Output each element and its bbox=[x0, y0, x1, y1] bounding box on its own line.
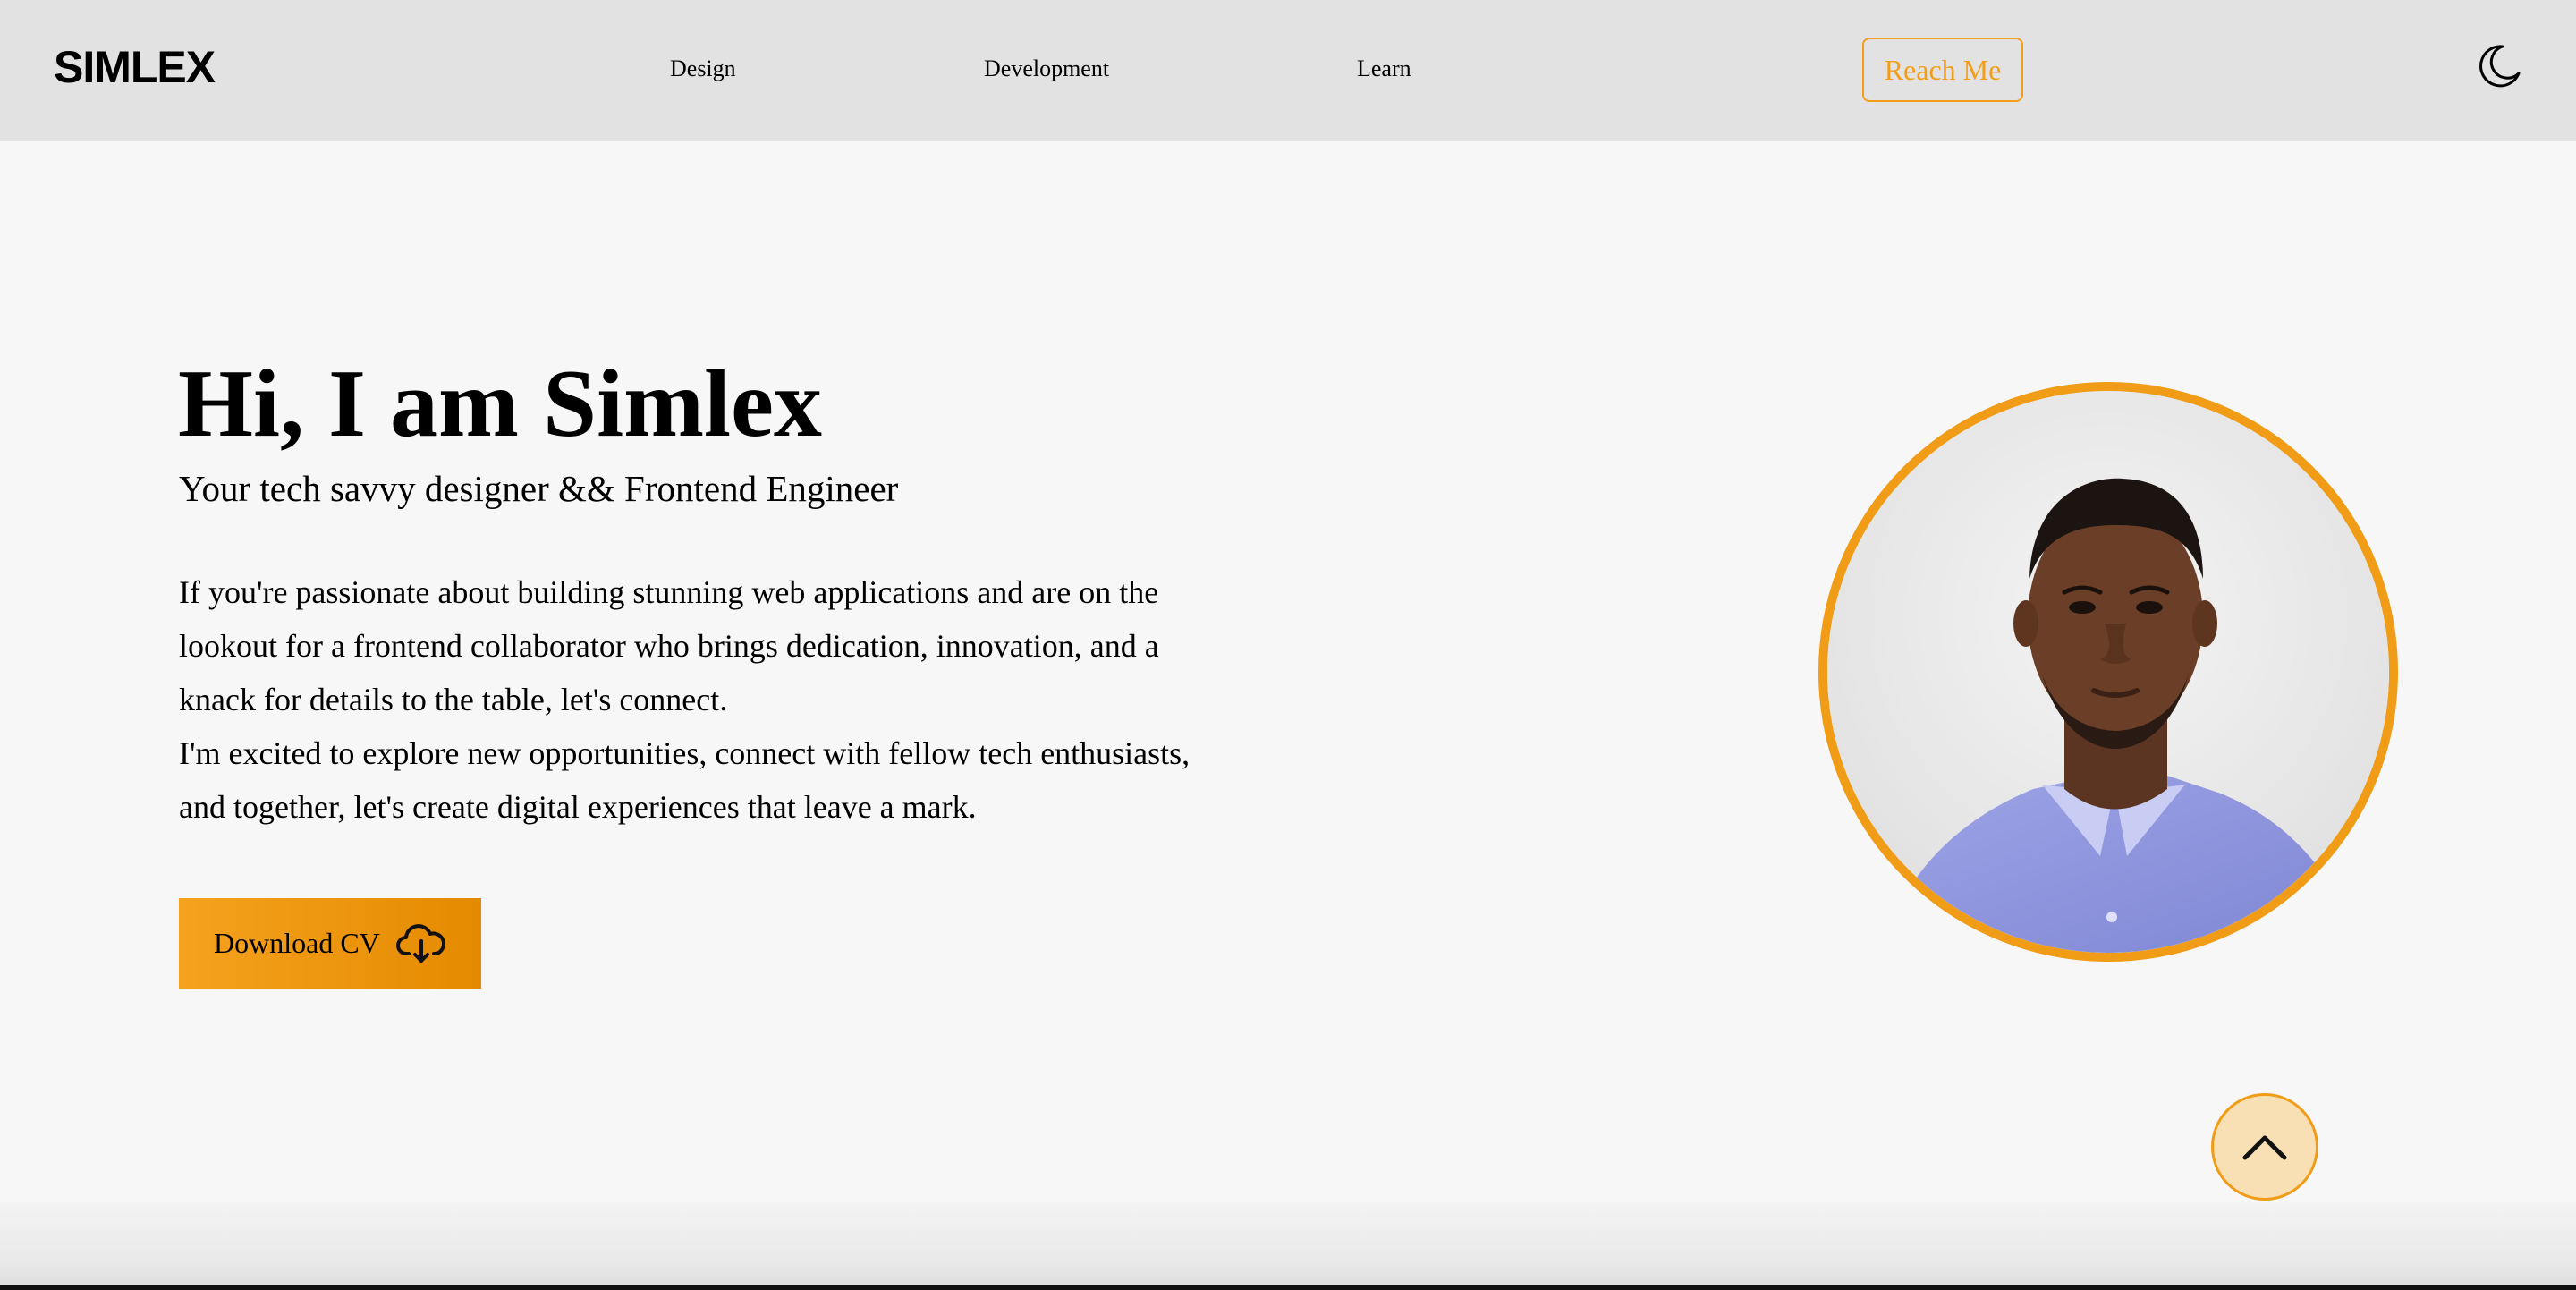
reach-me-button[interactable]: Reach Me bbox=[1862, 38, 2023, 102]
next-section-edge bbox=[0, 1202, 2576, 1290]
hero-subtitle: Your tech savvy designer && Frontend Eng… bbox=[179, 468, 899, 509]
cloud-download-icon bbox=[395, 923, 445, 963]
profile-photo-illustration bbox=[1827, 391, 2389, 953]
hero-paragraph-1: If you're passionate about building stun… bbox=[179, 574, 1159, 717]
nav-link-design[interactable]: Design bbox=[670, 52, 736, 86]
site-header: SIMLEX Design Development Learn Reach Me bbox=[0, 0, 2576, 141]
download-cv-button[interactable]: Download CV bbox=[179, 898, 481, 989]
window-bottom-edge bbox=[0, 1285, 2576, 1290]
site-logo[interactable]: SIMLEX bbox=[54, 38, 216, 97]
nav-link-development[interactable]: Development bbox=[984, 52, 1109, 86]
moon-icon[interactable] bbox=[2476, 43, 2522, 89]
download-cv-label: Download CV bbox=[214, 927, 380, 959]
scroll-to-top-button[interactable] bbox=[2211, 1093, 2318, 1201]
chevron-up-icon bbox=[2242, 1135, 2287, 1160]
theme-toggle-graphic bbox=[2479, 45, 2521, 88]
profile-photo bbox=[1818, 382, 2398, 962]
hero-title: Hi, I am Simlex bbox=[178, 351, 822, 457]
hero-paragraph-2: I'm excited to explore new opportunities… bbox=[179, 735, 1191, 825]
nav-link-learn[interactable]: Learn bbox=[1357, 52, 1411, 86]
hero-description: If you're passionate about building stun… bbox=[179, 565, 1199, 834]
